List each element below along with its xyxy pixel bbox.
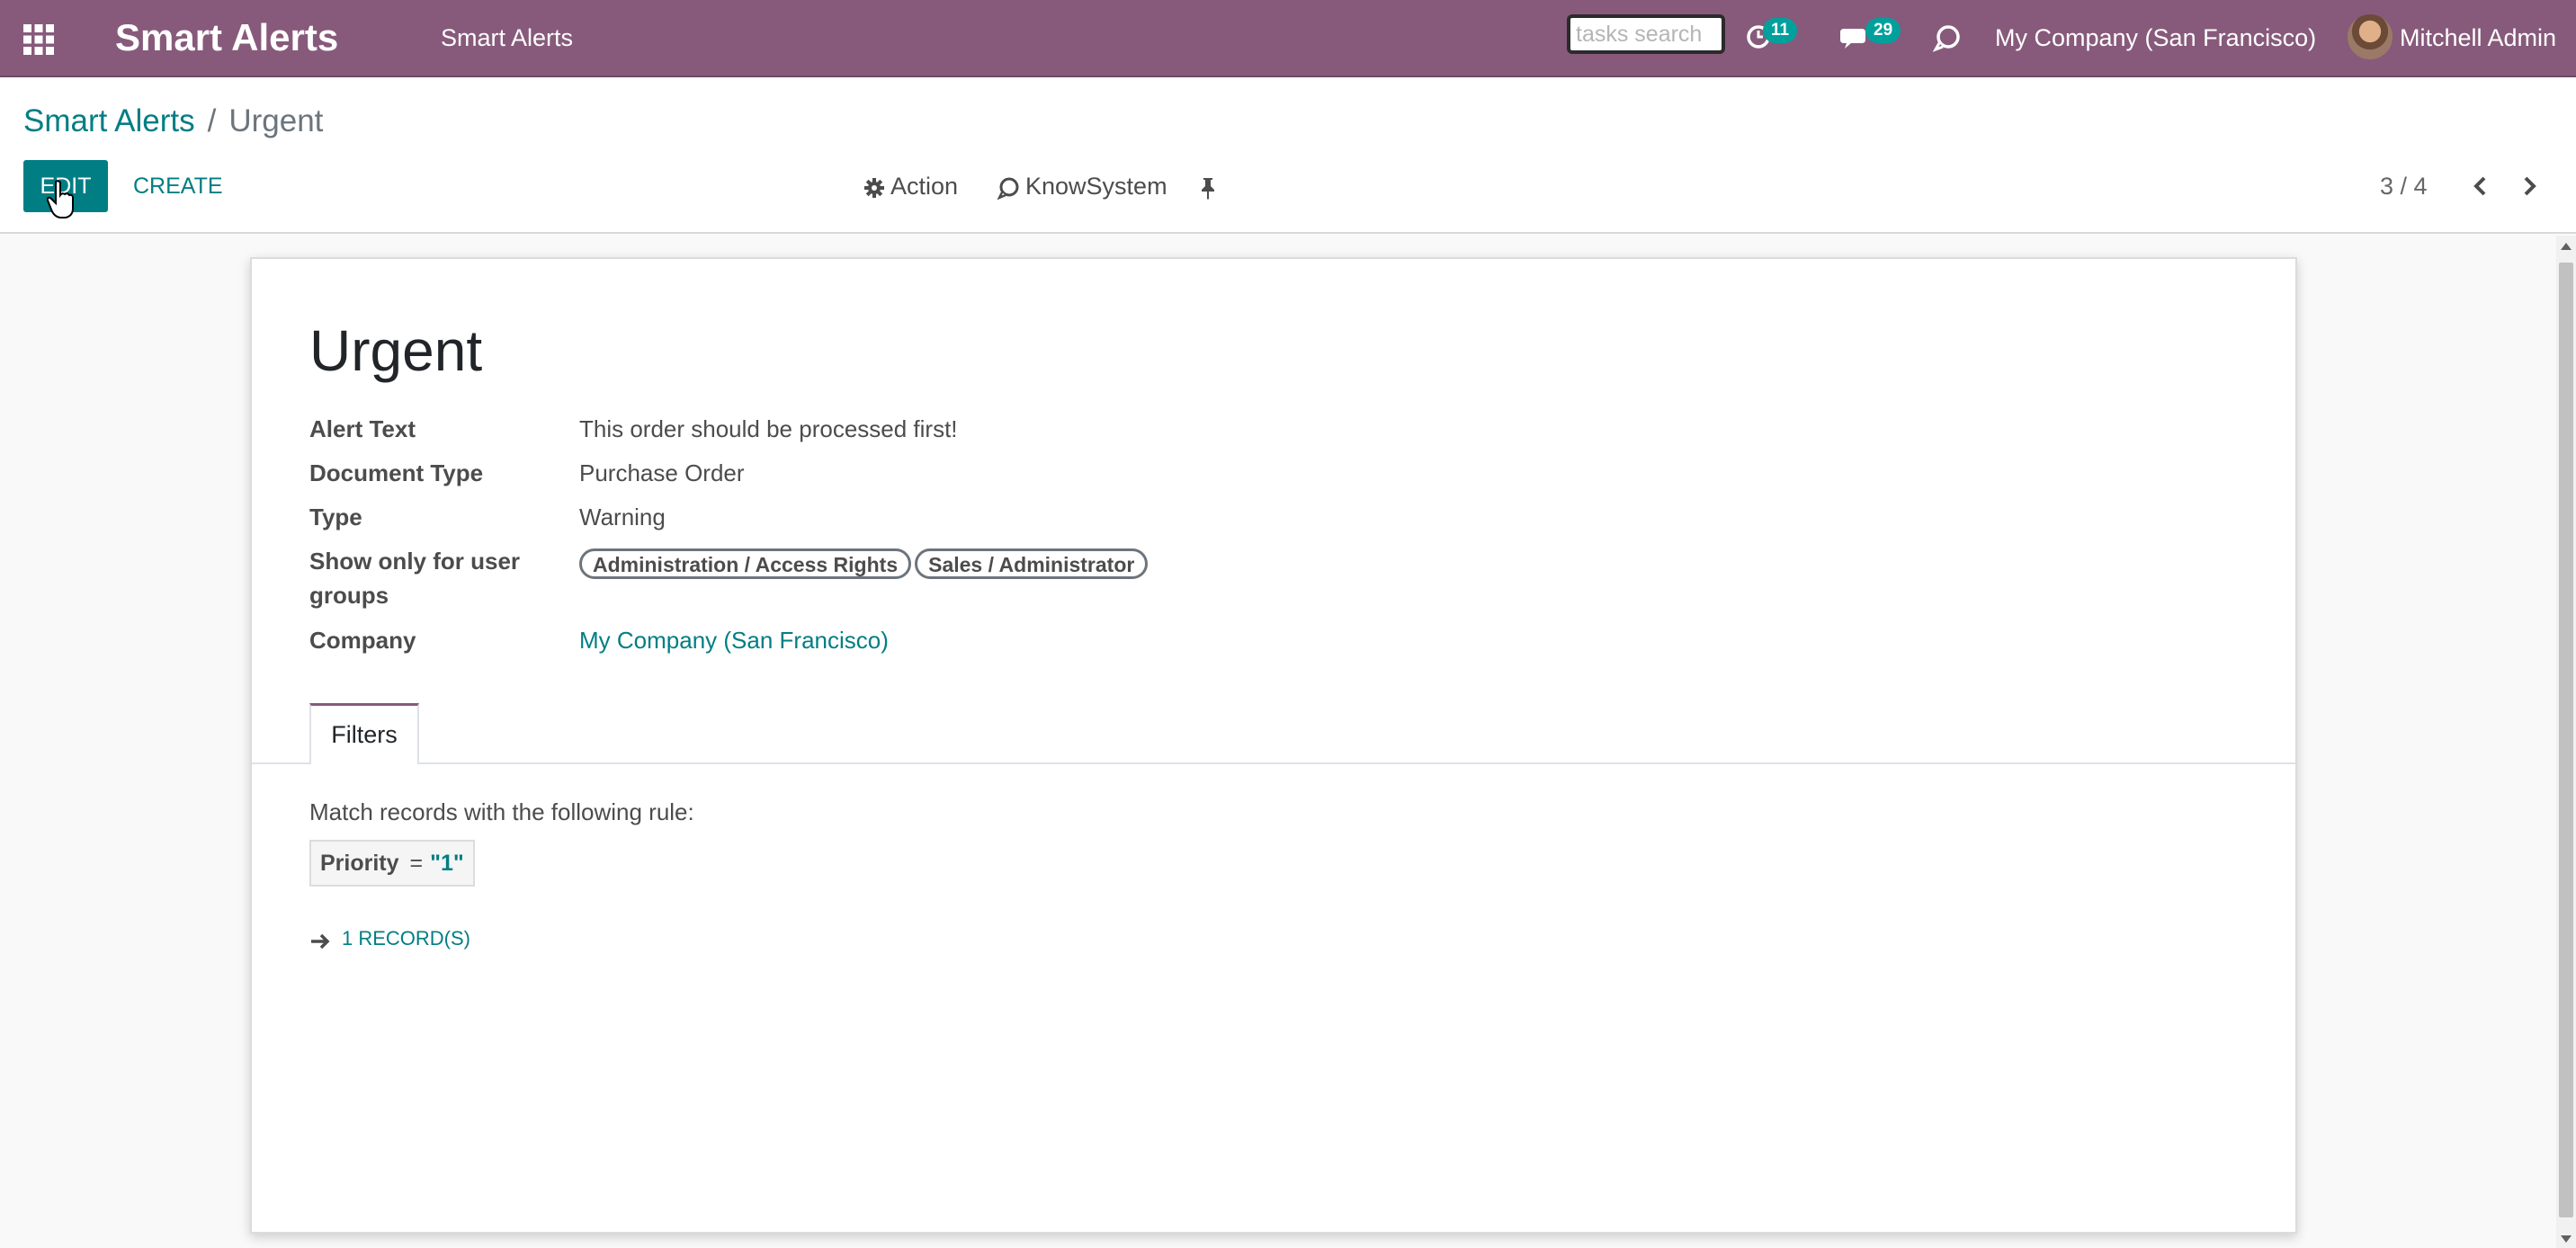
activity-menu[interactable]: 11: [1741, 16, 1804, 58]
messaging-menu[interactable]: 29: [1838, 16, 1907, 58]
record-title: Urgent: [309, 318, 483, 383]
edit-button[interactable]: EDIT: [23, 160, 108, 212]
scroll-down-arrow-icon[interactable]: [2561, 1235, 2572, 1243]
apps-grid-icon[interactable]: [22, 22, 56, 57]
records-link-row[interactable]: 1 RECORD(S): [309, 921, 470, 957]
knowsystem-icon: [1932, 25, 1960, 52]
pager-value[interactable]: 3 / 4: [2380, 165, 2428, 207]
breadcrumb-smart-alerts[interactable]: Smart Alerts: [23, 103, 195, 138]
knowsystem-label: KnowSystem: [1025, 173, 1167, 200]
action-dropdown[interactable]: Action: [863, 165, 958, 207]
pin-button[interactable]: [1198, 165, 1223, 207]
value-alert-text: This order should be processed first!: [579, 415, 958, 442]
knowsystem-icon: [997, 177, 1019, 201]
label-document-type: Document Type: [309, 459, 484, 486]
company-switcher[interactable]: My Company (San Francisco): [1995, 22, 2316, 54]
domain-operator: =: [409, 851, 424, 876]
label-company: Company: [309, 627, 416, 654]
value-type: Warning: [579, 504, 666, 530]
breadcrumb: Smart Alerts / Urgent: [23, 101, 323, 142]
tasks-search-input[interactable]: [1567, 14, 1725, 54]
domain-value: "1": [430, 851, 464, 876]
messages-count-badge: 29: [1865, 18, 1901, 43]
value-document-type: Purchase Order: [579, 459, 745, 486]
vertical-scrollbar[interactable]: [2556, 236, 2576, 1248]
records-count-link[interactable]: 1 RECORD(S): [342, 927, 470, 949]
breadcrumb-separator: /: [207, 103, 217, 138]
form-sheet: Urgent Alert Text This order should be p…: [250, 257, 2297, 1234]
tabs-divider: [252, 762, 2295, 764]
knowsystem-button[interactable]: KnowSystem: [997, 165, 1167, 207]
scroll-thumb[interactable]: [2559, 263, 2573, 1217]
pin-icon: [1202, 177, 1214, 200]
label-alert-text: Alert Text: [309, 415, 416, 442]
arrow-right-icon: [311, 933, 330, 949]
domain-field: Priority: [320, 851, 399, 876]
chevron-right-icon[interactable]: [2511, 167, 2547, 205]
top-navbar: Smart Alerts Smart Alerts 11 29 My Compa…: [0, 0, 2576, 77]
user-group-tag: Administration / Access Rights: [579, 548, 912, 579]
app-brand[interactable]: Smart Alerts: [115, 13, 338, 63]
create-button[interactable]: CREATE: [122, 160, 234, 212]
breadcrumb-current: Urgent: [228, 103, 324, 138]
user-group-tag: Sales / Administrator: [915, 548, 1149, 579]
rule-description: Match records with the following rule:: [309, 798, 694, 825]
activity-count-badge: 11: [1763, 18, 1798, 43]
action-label: Action: [890, 173, 959, 200]
knowsystem-systray[interactable]: [1930, 16, 1966, 58]
value-user-groups: Administration / Access Rights Sales / Ad…: [579, 547, 1151, 581]
scroll-up-arrow-icon[interactable]: [2561, 243, 2572, 250]
user-name: Mitchell Admin: [2400, 24, 2557, 51]
menu-smart-alerts[interactable]: Smart Alerts: [441, 22, 573, 54]
label-type: Type: [309, 504, 362, 530]
label-user-groups: Show only for user groups: [309, 548, 521, 609]
chevron-left-icon[interactable]: [2463, 167, 2499, 205]
gear-icon: [864, 177, 884, 198]
avatar: [2348, 14, 2393, 59]
control-panel: Smart Alerts / Urgent EDIT CREATE Action K…: [0, 77, 2576, 234]
domain-rule: Priority = "1": [309, 840, 475, 887]
tab-filters[interactable]: Filters: [309, 703, 419, 764]
value-company-link[interactable]: My Company (San Francisco): [579, 623, 889, 657]
